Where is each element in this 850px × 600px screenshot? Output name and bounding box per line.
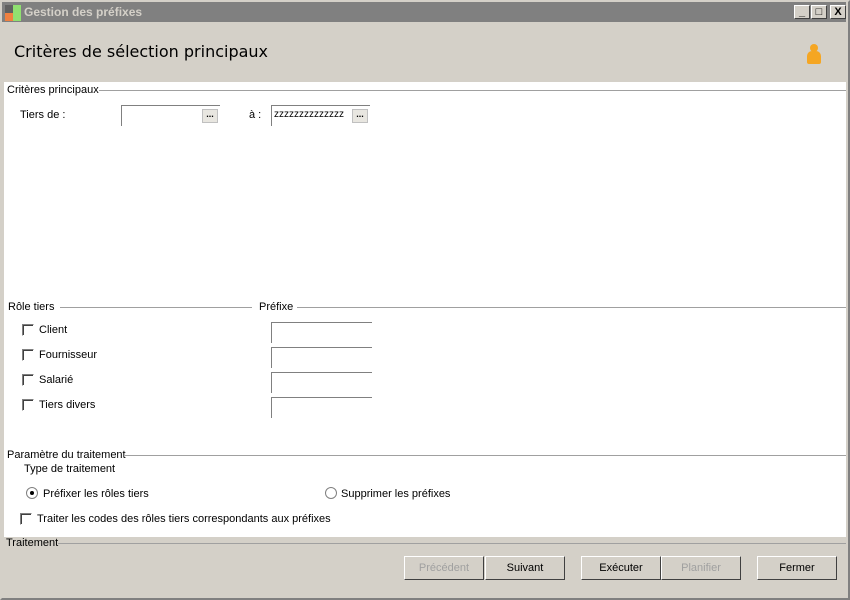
next-button[interactable]: Suivant — [485, 556, 565, 580]
process-codes-label: Traiter les codes des rôles tiers corres… — [37, 513, 331, 525]
previous-button[interactable]: Précédent — [404, 556, 484, 580]
schedule-button[interactable]: Planifier — [661, 556, 741, 580]
tiers-divers-checkbox[interactable] — [22, 399, 34, 411]
title-bar: Gestion des préfixes _ □ X — [2, 2, 846, 22]
prefix-radio[interactable] — [26, 487, 38, 499]
divider — [58, 543, 846, 544]
maximize-button[interactable]: □ — [811, 5, 827, 19]
app-icon — [5, 5, 21, 21]
divider — [297, 307, 846, 308]
divider — [125, 455, 846, 456]
process-codes-checkbox[interactable] — [20, 513, 32, 525]
tiers-from-browse-button[interactable]: ... — [202, 109, 218, 123]
divider — [60, 307, 252, 308]
footer-legend: Traitement — [6, 537, 59, 549]
content-panel — [4, 82, 846, 537]
client-prefix-input[interactable] — [271, 322, 372, 343]
fournisseur-prefix-input[interactable] — [271, 347, 372, 368]
prefix-legend: Préfixe — [259, 301, 294, 313]
client-label: Client — [39, 324, 68, 336]
salarie-checkbox[interactable] — [22, 374, 34, 386]
fournisseur-checkbox[interactable] — [22, 349, 34, 361]
prefix-radio-label: Préfixer les rôles tiers — [43, 488, 149, 500]
client-checkbox[interactable] — [22, 324, 34, 336]
minimize-button[interactable]: _ — [794, 5, 810, 19]
window-title: Gestion des préfixes — [24, 5, 143, 19]
close-dialog-button[interactable]: Fermer — [757, 556, 837, 580]
tiers-from-label: Tiers de : — [20, 109, 66, 121]
execute-button[interactable]: Exécuter — [581, 556, 661, 580]
roles-legend: Rôle tiers — [8, 301, 55, 313]
user-icon[interactable] — [806, 44, 822, 64]
tiers-divers-prefix-input[interactable] — [271, 397, 372, 418]
criteria-legend: Critères principaux — [7, 84, 99, 96]
close-button[interactable]: X — [830, 5, 846, 19]
salarie-prefix-input[interactable] — [271, 372, 372, 393]
fournisseur-label: Fournisseur — [39, 349, 98, 361]
tiers-divers-label: Tiers divers — [39, 399, 96, 411]
type-label: Type de traitement — [24, 463, 116, 475]
page-title: Critères de sélection principaux — [14, 42, 269, 61]
delete-radio-label: Supprimer les préfixes — [341, 488, 451, 500]
tiers-to-label: à : — [249, 109, 262, 121]
tiers-to-browse-button[interactable]: ... — [352, 109, 368, 123]
delete-radio[interactable] — [325, 487, 337, 499]
salarie-label: Salarié — [39, 374, 74, 386]
header: Critères de sélection principaux — [2, 22, 846, 82]
params-legend: Paramètre du traitement — [7, 449, 126, 461]
divider — [99, 90, 846, 91]
